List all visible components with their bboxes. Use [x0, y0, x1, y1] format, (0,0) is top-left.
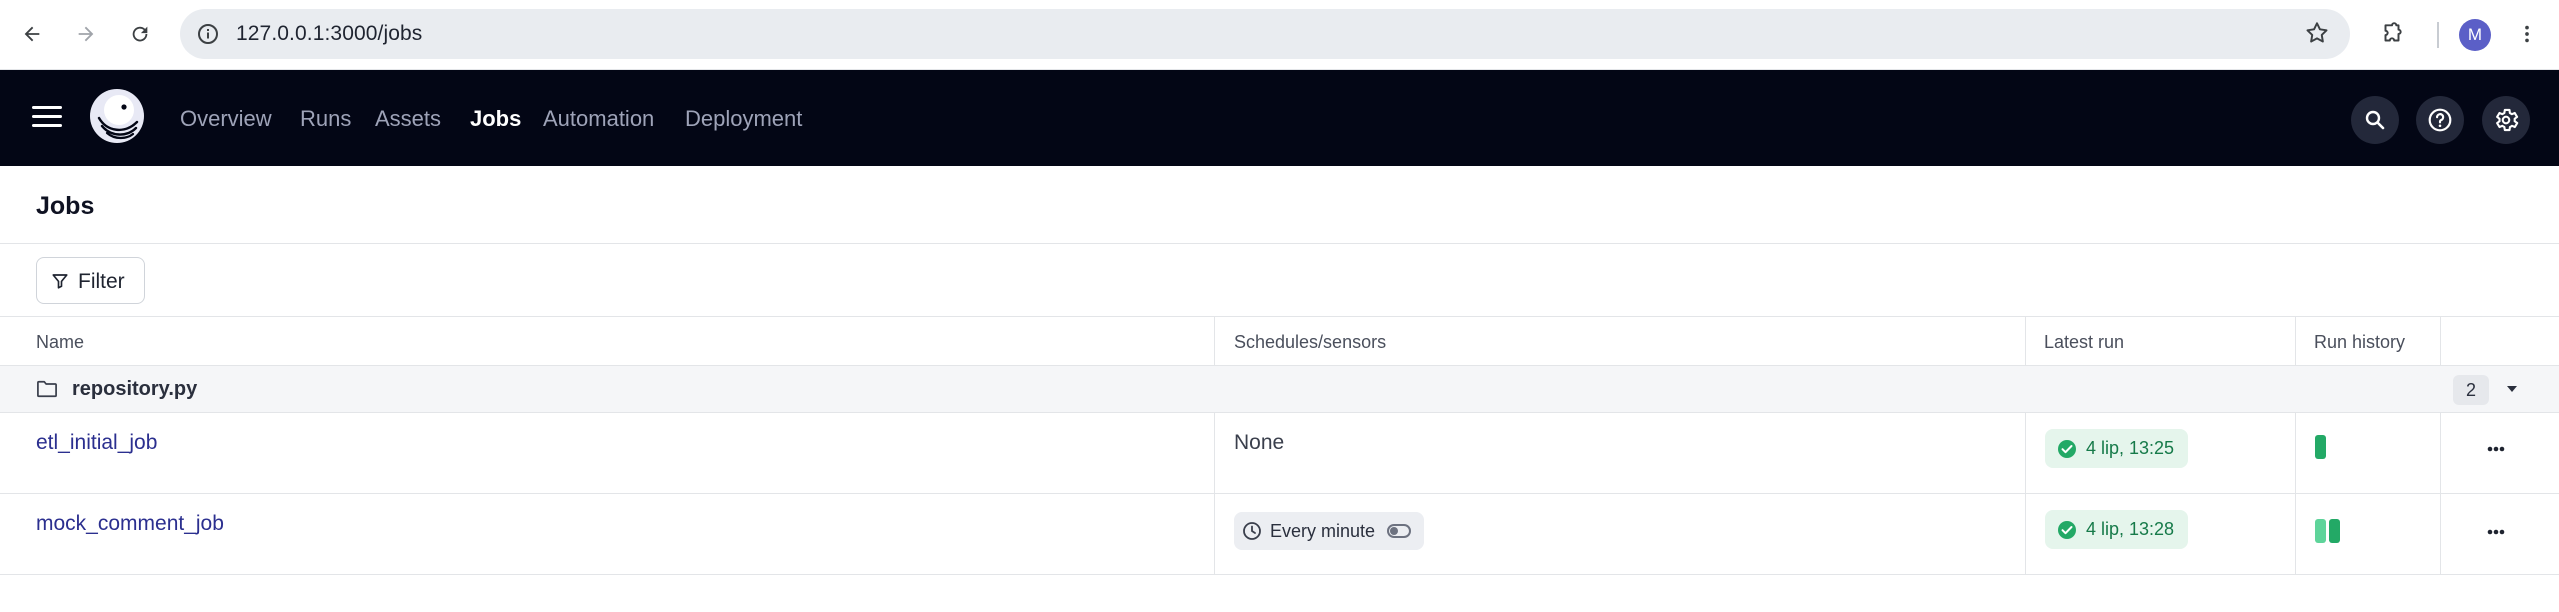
column-header-name[interactable]: Name	[36, 332, 84, 353]
url-text[interactable]: 127.0.0.1:3000/jobs	[236, 22, 422, 46]
search-icon	[2365, 110, 2385, 130]
help-icon	[2428, 108, 2452, 132]
nav-jobs[interactable]: Jobs	[470, 106, 521, 132]
column-header-schedules: Schedules/sensors	[1234, 332, 1387, 352]
latest-run-tag[interactable]: 4 lip, 13:25	[2045, 429, 2188, 468]
filter-icon	[52, 274, 68, 289]
column-divider	[2440, 316, 2441, 366]
menu-icon[interactable]	[32, 104, 62, 130]
profile-avatar[interactable]: M	[2459, 19, 2491, 51]
latest-run-time: 4 lip, 13:25	[2086, 438, 2175, 458]
repository-group-row[interactable]: repository.py 2	[0, 366, 2559, 413]
check-circle-icon	[2058, 440, 2076, 458]
column-divider	[2440, 413, 2441, 575]
repository-name: repository.py	[72, 378, 198, 400]
nav-runs[interactable]: Runs	[300, 106, 351, 132]
settings-button[interactable]	[2482, 96, 2530, 144]
latest-run-time: 4 lip, 13:28	[2086, 519, 2175, 539]
search-button[interactable]	[2351, 96, 2399, 144]
run-history-bar[interactable]	[2329, 519, 2340, 543]
nav-automation[interactable]: Automation	[543, 106, 654, 132]
toolbar-divider	[2437, 22, 2439, 48]
table-row: etl_initial_job None 4 lip, 13:25	[0, 413, 2559, 494]
run-history-bar[interactable]	[2315, 435, 2326, 459]
reload-button[interactable]	[120, 14, 160, 54]
kebab-menu-icon	[2525, 25, 2529, 43]
column-divider	[1214, 413, 1215, 575]
forward-button[interactable]	[66, 14, 106, 54]
help-button[interactable]	[2416, 96, 2464, 144]
browser-toolbar: 127.0.0.1:3000/jobs M	[0, 0, 2559, 70]
page-title: Jobs	[36, 192, 95, 220]
extensions-button[interactable]	[2372, 14, 2412, 54]
arrow-left-icon	[24, 26, 40, 42]
folder-icon	[37, 380, 57, 398]
column-divider	[2295, 316, 2296, 366]
puzzle-icon	[2384, 22, 2402, 42]
arrow-right-icon	[78, 26, 94, 42]
schedule-toggle[interactable]	[1387, 524, 1411, 538]
more-horizontal-icon[interactable]	[2487, 529, 2505, 535]
reload-icon	[132, 26, 148, 42]
app-top-nav: Overview Runs Assets Jobs Automation Dep…	[0, 70, 2559, 166]
column-header-run-history: Run history	[2314, 332, 2406, 352]
settings-icon	[2496, 108, 2519, 132]
table-row: mock_comment_job Every minute 4 lip, 13:…	[0, 494, 2559, 575]
job-name-link[interactable]: etl_initial_job	[36, 431, 157, 455]
table-header: Name Schedules/sensors Latest run Run hi…	[0, 316, 2559, 366]
dagster-logo[interactable]	[89, 88, 145, 144]
column-header-latest-run: Latest run	[2044, 332, 2125, 352]
schedule-label: Every minute	[1270, 521, 1376, 541]
filter-label: Filter	[78, 270, 125, 293]
nav-deployment[interactable]: Deployment	[685, 106, 802, 132]
address-bar[interactable]: 127.0.0.1:3000/jobs	[180, 9, 2350, 59]
run-history-bar[interactable]	[2315, 519, 2326, 543]
column-divider	[2025, 316, 2026, 366]
page-header: Jobs	[0, 166, 2559, 244]
check-circle-icon	[2058, 521, 2076, 539]
column-divider	[2025, 413, 2026, 575]
job-name-link[interactable]: mock_comment_job	[36, 512, 224, 536]
job-count-badge: 2	[2453, 375, 2489, 405]
schedule-tag[interactable]: Every minute	[1234, 512, 1424, 550]
bookmark-star-icon[interactable]	[2304, 20, 2330, 46]
nav-assets[interactable]: Assets	[375, 106, 441, 132]
filter-button[interactable]: Filter	[36, 257, 145, 304]
nav-overview[interactable]: Overview	[180, 106, 272, 132]
site-info-icon[interactable]	[196, 22, 220, 46]
clock-icon	[1243, 522, 1261, 540]
column-divider	[2295, 413, 2296, 575]
schedule-value: None	[1234, 431, 1285, 454]
back-button[interactable]	[12, 14, 52, 54]
column-divider	[1214, 316, 1215, 366]
browser-menu-button[interactable]	[2507, 14, 2547, 54]
latest-run-tag[interactable]: 4 lip, 13:28	[2045, 510, 2188, 549]
more-horizontal-icon[interactable]	[2487, 446, 2505, 452]
chevron-down-icon[interactable]	[2505, 383, 2519, 395]
